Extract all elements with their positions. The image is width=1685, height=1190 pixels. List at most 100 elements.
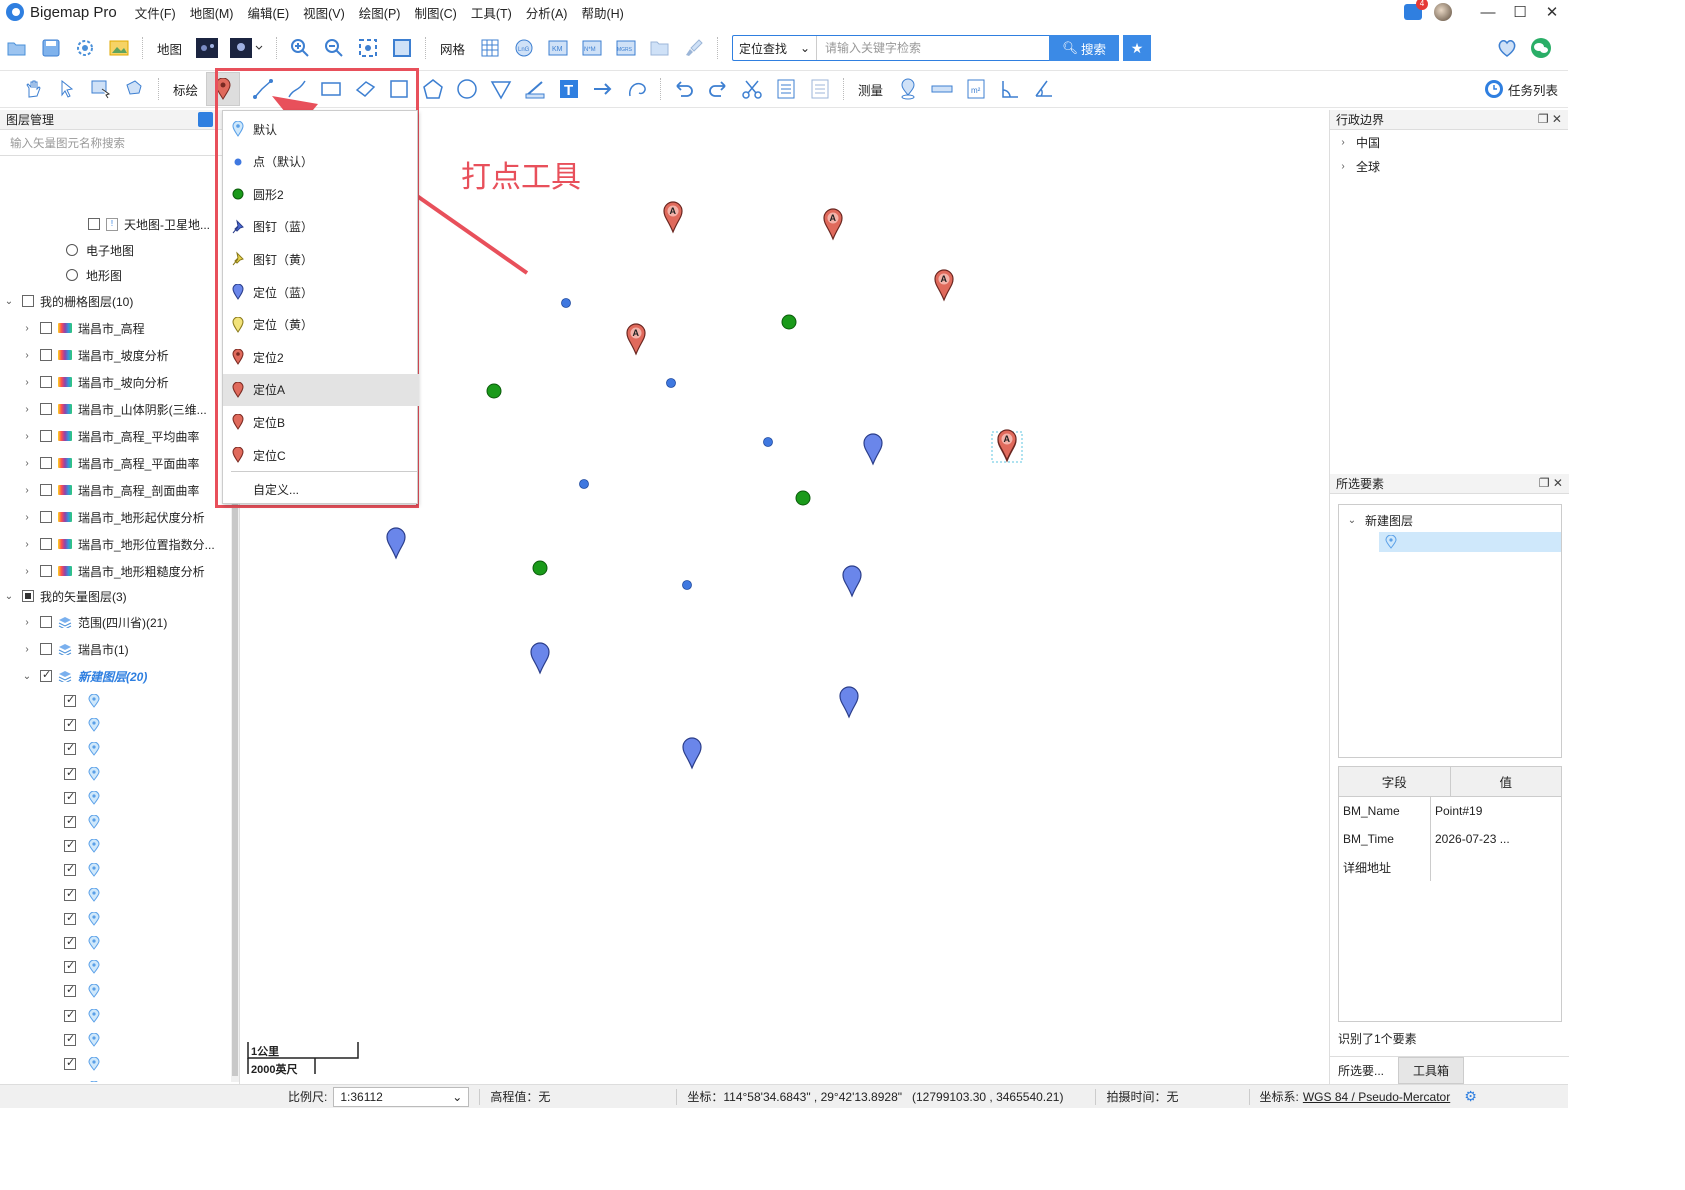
nxm-grid-icon[interactable]: N*M [581, 37, 603, 59]
menu-map[interactable]: 地图(M) [190, 3, 234, 22]
layer-checkbox[interactable] [40, 538, 52, 550]
chevron-right-icon[interactable]: › [1336, 161, 1350, 172]
feature-checkbox[interactable] [64, 887, 76, 901]
menu-edit[interactable]: 编辑(E) [247, 3, 289, 22]
tab-selected-features[interactable]: 所选要... [1330, 1057, 1392, 1084]
feature-checkbox[interactable] [64, 862, 76, 877]
clear-brush-icon[interactable] [683, 37, 705, 59]
point-marker-tool-icon[interactable] [206, 72, 241, 106]
layer-checkbox[interactable] [40, 668, 52, 682]
custom-style-option[interactable]: 自定义... [223, 473, 419, 505]
open-folder-icon[interactable] [6, 37, 28, 59]
scissors-icon[interactable] [741, 78, 763, 100]
layer-checkbox[interactable] [40, 349, 52, 361]
layer-checkbox[interactable] [88, 218, 100, 230]
arrow-tool-icon[interactable] [592, 78, 614, 100]
blue-location-pin[interactable] [530, 642, 550, 675]
redo-icon[interactable] [707, 78, 729, 100]
search-button[interactable]: 🔍︎ 搜索 [1049, 35, 1120, 61]
feature-item[interactable] [58, 979, 100, 1003]
chevron-down-icon[interactable]: ⌄ [1345, 515, 1359, 526]
feature-item[interactable] [58, 858, 100, 882]
feature-checkbox[interactable] [64, 741, 76, 756]
admin-item-global[interactable]: › 全球 [1330, 154, 1568, 178]
measure-azimuth-icon[interactable] [1033, 78, 1055, 100]
menu-draw[interactable]: 绘图(P) [359, 3, 401, 22]
raster-layer-item[interactable]: › 瑞昌市_山体阴影(三维... [20, 397, 206, 421]
feature-checkbox[interactable] [64, 766, 76, 780]
ruler-tool-icon[interactable] [524, 78, 546, 100]
attribute-table-icon[interactable] [775, 78, 797, 100]
menu-view[interactable]: 视图(V) [303, 3, 345, 22]
gear-icon[interactable]: ⚙ [1464, 1088, 1477, 1105]
chevron-right-icon[interactable]: › [20, 485, 34, 496]
blue-location-pin[interactable] [842, 565, 862, 598]
save-icon[interactable] [40, 37, 62, 59]
scale-select[interactable]: 1:36112 ⌄ [333, 1086, 470, 1107]
point-style-option[interactable]: 定位A [223, 373, 419, 406]
table-row[interactable]: BM_Name Point#19 [1339, 797, 1561, 825]
feature-item[interactable] [58, 955, 100, 979]
rectangle-tool-icon[interactable] [320, 78, 342, 100]
point-style-option[interactable]: 定位C [223, 439, 419, 471]
feature-item[interactable] [58, 810, 100, 834]
blue-dot-point[interactable] [666, 378, 676, 388]
favorite-star-button[interactable]: ★ [1123, 35, 1152, 61]
measure-location-icon[interactable] [897, 78, 919, 100]
feature-checkbox[interactable] [64, 1008, 76, 1022]
menu-file[interactable]: 文件(F) [135, 3, 176, 22]
blue-location-pin[interactable] [386, 527, 406, 560]
curve-tool-icon[interactable] [286, 78, 308, 100]
undo-icon[interactable] [673, 78, 695, 100]
raster-group[interactable]: ⌄ 我的栅格图层(10) [2, 289, 134, 313]
measure-distance-icon[interactable] [931, 78, 953, 100]
latlng-grid-icon[interactable]: LnG [513, 37, 535, 59]
table-row[interactable]: BM_Time 2026-07-23 ... [1339, 825, 1561, 853]
value-cell[interactable] [1431, 853, 1561, 881]
layer-checkbox[interactable] [40, 616, 52, 628]
point-style-option[interactable]: 图钉（蓝） [223, 211, 419, 243]
sector-tool-icon[interactable] [490, 78, 512, 100]
feature-item[interactable] [58, 834, 100, 858]
chevron-down-icon[interactable]: ⌄ [2, 296, 16, 307]
chevron-down-icon[interactable]: ⌄ [2, 591, 16, 602]
basemap-radio[interactable] [66, 269, 78, 281]
zoom-out-icon[interactable] [323, 37, 345, 59]
select-arrow-icon[interactable] [56, 78, 78, 100]
basemap-item[interactable]: 电子地图 [58, 238, 134, 262]
maximize-button[interactable]: ☐ [1504, 3, 1536, 21]
feature-item[interactable] [58, 737, 100, 761]
search-input[interactable] [817, 36, 1050, 60]
raster-layer-item[interactable]: › 瑞昌市_地形粗糙度分析 [20, 559, 204, 583]
layer-checkbox[interactable] [40, 457, 52, 469]
feature-checkbox[interactable] [64, 959, 76, 974]
point-style-option[interactable]: 圆形2 [223, 178, 419, 210]
search-mode-select[interactable]: 定位查找 ⌄ [733, 36, 818, 60]
feature-item[interactable] [58, 762, 100, 786]
chevron-right-icon[interactable]: › [20, 566, 34, 577]
green-circle-point[interactable] [795, 490, 811, 506]
square-tool-icon[interactable] [388, 78, 410, 100]
group-checkbox[interactable] [22, 295, 34, 307]
raster-layer-item[interactable]: › 瑞昌市_高程 [20, 316, 144, 340]
point-style-option[interactable]: 定位（黄） [223, 309, 419, 341]
layer-checkbox[interactable] [40, 376, 52, 388]
satellite-map-dropdown-icon[interactable] [230, 37, 264, 59]
feature-item[interactable] [58, 689, 100, 713]
feature-item[interactable] [58, 1004, 100, 1028]
grid-icon[interactable] [479, 37, 501, 59]
blue-location-pin[interactable] [682, 737, 702, 770]
zoom-in-icon[interactable] [289, 37, 311, 59]
measure-angle-icon[interactable] [999, 78, 1021, 100]
text-tool-icon[interactable]: T [558, 78, 580, 100]
panel-search-icon[interactable] [198, 112, 213, 127]
feature-checkbox[interactable] [64, 911, 76, 925]
polyline-tool-icon[interactable] [252, 78, 274, 100]
blue-location-pin[interactable] [839, 686, 859, 719]
chevron-right-icon[interactable]: › [20, 377, 34, 388]
task-list-button[interactable]: 任务列表 [1484, 79, 1558, 99]
basemap-radio[interactable] [66, 244, 78, 256]
feature-item[interactable] [58, 1076, 100, 1082]
green-circle-point[interactable] [532, 560, 548, 576]
feature-item[interactable] [58, 1028, 100, 1052]
